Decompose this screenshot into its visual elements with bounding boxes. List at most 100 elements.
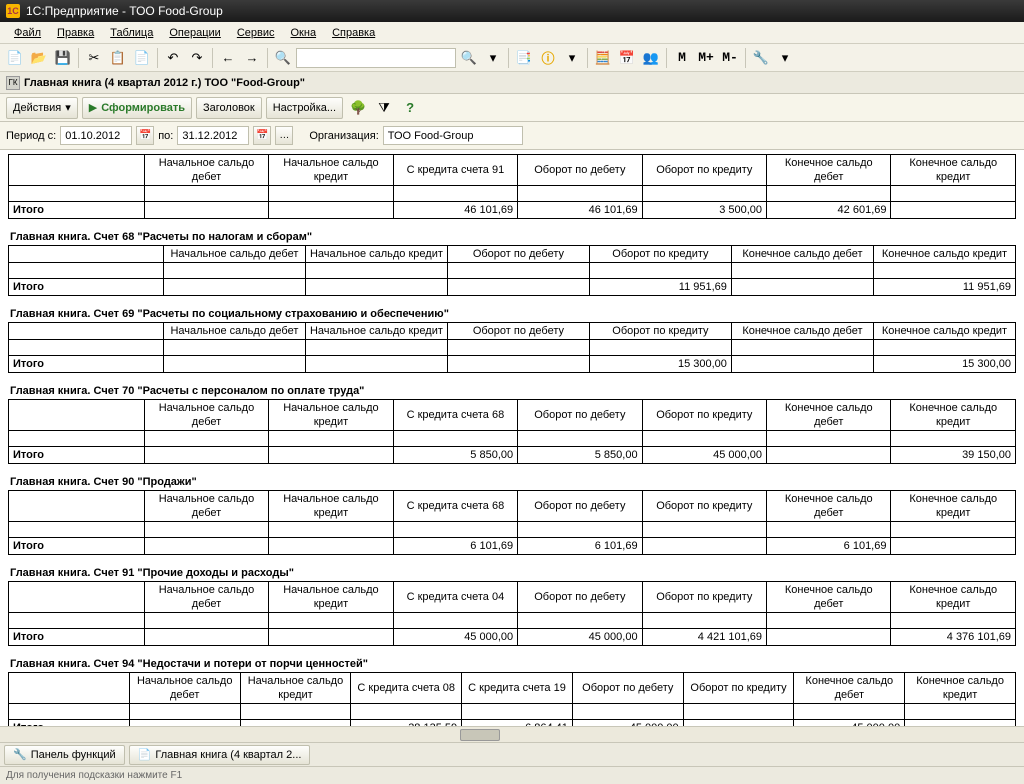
redo-icon[interactable]: ↷ [186, 47, 208, 69]
statusbar: Для получения подсказки нажмите F1 [0, 766, 1024, 784]
search-input[interactable] [296, 48, 456, 68]
table-cell [767, 629, 891, 646]
scrollbar-thumb[interactable] [460, 729, 500, 741]
open-icon[interactable]: 📂 [28, 47, 50, 69]
clipboard-icon[interactable]: 📑 [513, 47, 535, 69]
col-header: Начальное сальдо дебет [129, 673, 240, 704]
row-label: Итого [9, 202, 145, 219]
toolbar-sep [745, 48, 746, 68]
table-row [9, 522, 1016, 538]
settings-button[interactable]: Настройка... [266, 97, 343, 119]
menu-windows[interactable]: Окна [291, 27, 317, 39]
table-cell: 45 000,00 [642, 447, 766, 464]
period-to-label: по: [158, 130, 173, 142]
search-icon[interactable]: 🔍 [272, 47, 294, 69]
toolbar-sep [78, 48, 79, 68]
info-icon[interactable]: ⓘ [537, 47, 559, 69]
table-cell [144, 186, 268, 202]
col-header: Начальное сальдо дебет [163, 246, 305, 263]
table-cell [163, 279, 305, 296]
table-cell [891, 613, 1016, 629]
row-label [9, 431, 145, 447]
table-cell: 5 850,00 [393, 447, 517, 464]
table-cell [642, 538, 766, 555]
table-cell [269, 613, 393, 629]
report-content[interactable]: Начальное сальдо дебетНачальное сальдо к… [0, 150, 1024, 726]
form-button[interactable]: ▶ Сформировать [82, 97, 192, 119]
undo-icon[interactable]: ↶ [162, 47, 184, 69]
col-header: Конечное сальдо дебет [767, 582, 891, 613]
help-icon[interactable]: ? [399, 97, 421, 119]
table-cell: 42 601,69 [767, 202, 891, 219]
col-header: С кредита счета 91 [393, 155, 517, 186]
table-cell [589, 263, 731, 279]
period-from-input[interactable] [60, 126, 132, 145]
col-header: Конечное сальдо кредит [891, 582, 1016, 613]
menu-help[interactable]: Справка [332, 27, 375, 39]
table-cell [269, 522, 393, 538]
back-icon[interactable]: ← [217, 47, 239, 69]
col-header: Начальное сальдо кредит [305, 246, 447, 263]
table-cell: 39 150,00 [891, 447, 1016, 464]
m-button[interactable]: M [671, 47, 693, 69]
table-cell [393, 186, 517, 202]
org-input[interactable] [383, 126, 523, 145]
col-header: Начальное сальдо кредит [269, 582, 393, 613]
forward-icon[interactable]: → [241, 47, 263, 69]
copy-icon[interactable]: 📋 [107, 47, 129, 69]
actions-button[interactable]: Действия▾ [6, 97, 78, 119]
row-label: Итого [9, 356, 164, 373]
period-more-icon[interactable]: … [275, 126, 293, 145]
period-to-input[interactable] [177, 126, 249, 145]
users-icon[interactable]: 👥 [640, 47, 662, 69]
col-header: Оборот по дебету [518, 491, 642, 522]
table-cell [794, 704, 905, 720]
m-minus-button[interactable]: M- [719, 47, 741, 69]
row-label: Итого [9, 629, 145, 646]
wrench-icon[interactable]: 🔧 [750, 47, 772, 69]
window-titlebar: 1C 1С:Предприятие - ТОО Food-Group [0, 0, 1024, 22]
table-cell [873, 340, 1015, 356]
row-label [9, 340, 164, 356]
table-cell [767, 431, 891, 447]
header-button[interactable]: Заголовок [196, 97, 262, 119]
table-cell [891, 431, 1016, 447]
toolbar-sep [666, 48, 667, 68]
save-icon[interactable]: 💾 [52, 47, 74, 69]
table-cell [731, 279, 873, 296]
menu-file[interactable]: Файл [14, 27, 41, 39]
menu-table[interactable]: Таблица [110, 27, 153, 39]
table-row [9, 431, 1016, 447]
filter-icon[interactable]: ⧩ [373, 97, 395, 119]
report-section-top: Начальное сальдо дебетНачальное сальдо к… [8, 154, 1016, 219]
calc-icon[interactable]: 🧮 [592, 47, 614, 69]
new-icon[interactable]: 📄 [4, 47, 26, 69]
calendar-from-icon[interactable]: 📅 [136, 126, 154, 145]
calendar-icon[interactable]: 📅 [616, 47, 638, 69]
menu-edit[interactable]: Правка [57, 27, 94, 39]
table-cell [572, 704, 683, 720]
m-plus-button[interactable]: M+ [695, 47, 717, 69]
dropdown3-icon[interactable]: ▾ [774, 47, 796, 69]
menu-operations[interactable]: Операции [169, 27, 220, 39]
table-row [9, 340, 1016, 356]
table-cell [240, 704, 351, 720]
table-cell [891, 522, 1016, 538]
paste-icon[interactable]: 📄 [131, 47, 153, 69]
table-cell: 6 101,69 [518, 538, 642, 555]
table-cell [891, 202, 1016, 219]
tree-icon[interactable]: 🌳 [347, 97, 369, 119]
calendar-to-icon[interactable]: 📅 [253, 126, 271, 145]
dropdown-icon[interactable]: ▾ [482, 47, 504, 69]
table-cell: 6 101,69 [767, 538, 891, 555]
menu-service[interactable]: Сервис [237, 27, 275, 39]
col-header: Конечное сальдо дебет [767, 491, 891, 522]
search-go-icon[interactable]: 🔍 [458, 47, 480, 69]
cut-icon[interactable]: ✂ [83, 47, 105, 69]
task-panel-functions[interactable]: 🔧 Панель функций [4, 745, 125, 765]
col-header: Начальное сальдо дебет [144, 491, 268, 522]
dropdown2-icon[interactable]: ▾ [561, 47, 583, 69]
horizontal-scrollbar[interactable] [0, 726, 1024, 742]
task-main-book[interactable]: 📄 Главная книга (4 квартал 2... [129, 745, 311, 765]
report-table: Начальное сальдо дебетНачальное сальдо к… [8, 245, 1016, 296]
